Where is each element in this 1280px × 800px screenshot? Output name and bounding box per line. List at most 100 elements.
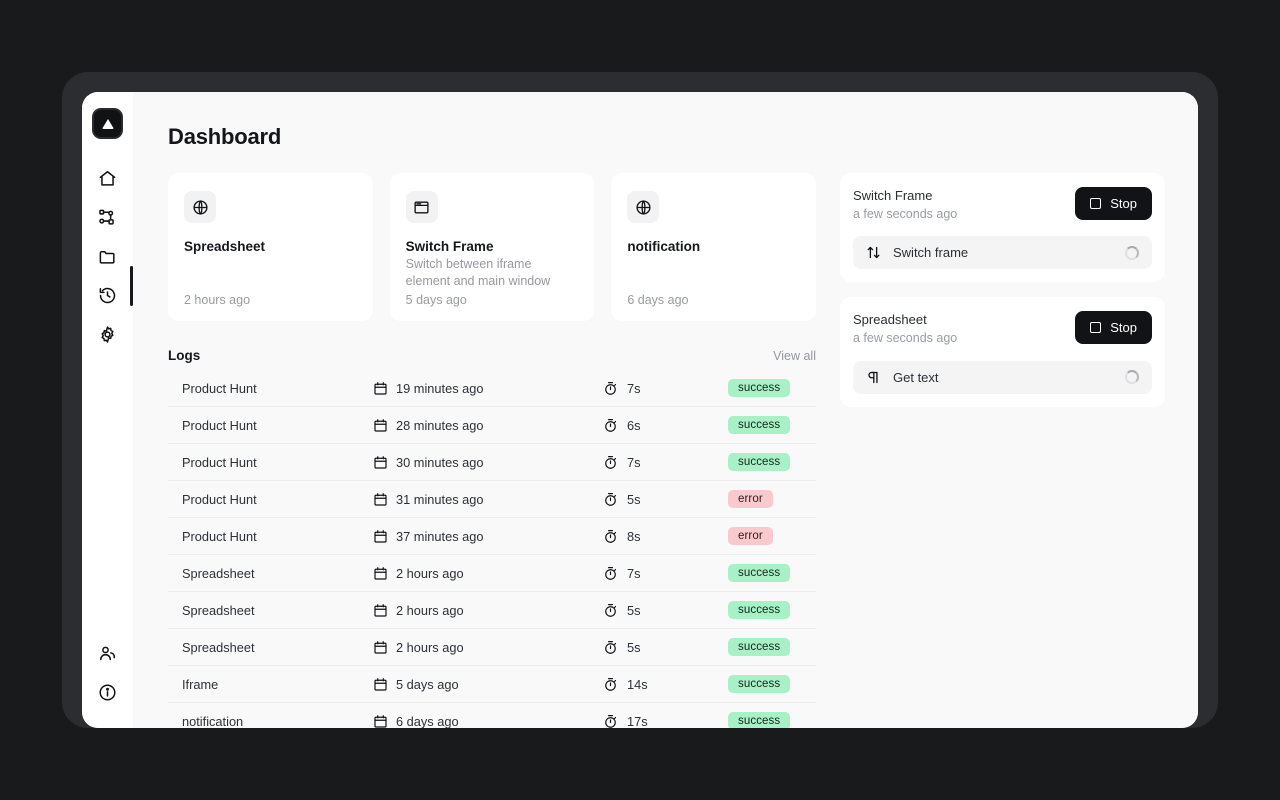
stopwatch-icon bbox=[603, 455, 618, 470]
stopwatch-icon bbox=[603, 492, 618, 507]
sidebar-item-workflows[interactable] bbox=[91, 200, 125, 234]
running-task-label: Switch frame bbox=[893, 245, 969, 261]
flow-card[interactable]: notification 6 days ago bbox=[611, 173, 817, 321]
log-status-cell: success bbox=[728, 601, 816, 619]
stop-square-icon bbox=[1090, 322, 1102, 334]
triangle-logo-icon bbox=[101, 118, 114, 129]
flow-card-description: Switch between iframe element and main w… bbox=[405, 257, 551, 288]
flow-card[interactable]: Spreadsheet 2 hours ago bbox=[168, 173, 373, 321]
log-duration: 5s bbox=[603, 492, 728, 507]
calendar-icon bbox=[373, 714, 388, 729]
table-row[interactable]: notification 6 days ago 17s success bbox=[168, 703, 816, 728]
sidebar-item-home[interactable] bbox=[91, 161, 125, 195]
table-row[interactable]: Spreadsheet 2 hours ago 5s success bbox=[168, 592, 816, 629]
stop-button[interactable]: Stop bbox=[1075, 187, 1152, 220]
sidebar-item-team[interactable] bbox=[91, 636, 125, 670]
pilcrow-icon bbox=[865, 370, 882, 385]
table-row[interactable]: Spreadsheet 2 hours ago 5s success bbox=[168, 629, 816, 666]
log-flow-name: Spreadsheet bbox=[182, 639, 255, 655]
sidebar-item-history[interactable] bbox=[91, 278, 125, 312]
flow-cards-row: Spreadsheet 2 hours ago Switch Frame Swi… bbox=[168, 173, 817, 321]
logs-view-all-link[interactable]: View all bbox=[773, 349, 816, 363]
left-column: Spreadsheet 2 hours ago Switch Frame Swi… bbox=[168, 173, 817, 728]
calendar-icon bbox=[373, 640, 388, 655]
table-row[interactable]: Iframe 5 days ago 14s success bbox=[168, 666, 816, 703]
log-duration: 5s bbox=[603, 603, 728, 618]
sidebar-item-settings[interactable] bbox=[91, 317, 125, 351]
log-duration: 17s bbox=[603, 713, 728, 729]
stopwatch-icon bbox=[603, 529, 618, 544]
log-duration: 6s bbox=[603, 418, 728, 433]
table-row[interactable]: Product Hunt 19 minutes ago 7s success bbox=[168, 370, 816, 407]
right-column: Switch Frame a few seconds ago Stop Swit… bbox=[840, 173, 1165, 728]
globe-icon bbox=[627, 191, 660, 223]
calendar-icon bbox=[373, 381, 388, 396]
stopwatch-icon bbox=[603, 381, 618, 396]
flow-card-title: Spreadsheet bbox=[184, 239, 266, 254]
sidebar-item-files[interactable] bbox=[91, 239, 125, 273]
stop-button[interactable]: Stop bbox=[1075, 311, 1152, 345]
table-row[interactable]: Product Hunt 37 minutes ago 8s error bbox=[168, 518, 816, 555]
table-row[interactable]: Product Hunt 30 minutes ago 7s success bbox=[168, 444, 816, 481]
table-row[interactable]: Product Hunt 28 minutes ago 6s success bbox=[168, 407, 816, 444]
log-status-cell: success bbox=[728, 416, 816, 434]
log-flow-name: Product Hunt bbox=[182, 380, 257, 396]
log-flow-name: Product Hunt bbox=[182, 454, 257, 470]
log-duration: 7s bbox=[603, 566, 728, 581]
log-timestamp: 30 minutes ago bbox=[373, 455, 603, 470]
running-task-row[interactable]: Get text bbox=[853, 360, 1152, 394]
stopwatch-icon bbox=[603, 714, 618, 729]
table-row[interactable]: Spreadsheet 2 hours ago 7s success bbox=[168, 555, 816, 592]
running-flow-subtitle: a few seconds ago bbox=[853, 331, 958, 346]
calendar-icon bbox=[373, 677, 388, 692]
table-row[interactable]: Product Hunt 31 minutes ago 5s error bbox=[168, 481, 816, 518]
status-badge: success bbox=[728, 564, 791, 582]
logs-title: Logs bbox=[168, 348, 201, 363]
log-flow-name: Product Hunt bbox=[182, 417, 257, 433]
log-timestamp: 31 minutes ago bbox=[373, 492, 603, 507]
flow-card-title: notification bbox=[627, 239, 701, 254]
flow-card-time: 5 days ago bbox=[405, 293, 467, 307]
calendar-icon bbox=[373, 529, 388, 544]
logs-table: Product Hunt 19 minutes ago 7s success Produ… bbox=[168, 370, 816, 728]
log-timestamp: 2 hours ago bbox=[373, 566, 603, 581]
log-duration-text: 14s bbox=[627, 676, 648, 692]
log-duration-text: 7s bbox=[627, 454, 641, 470]
history-icon bbox=[98, 286, 117, 305]
status-badge: success bbox=[728, 601, 791, 619]
log-timestamp-text: 2 hours ago bbox=[396, 565, 464, 581]
log-duration-text: 8s bbox=[627, 528, 641, 544]
running-flow-subtitle: a few seconds ago bbox=[853, 206, 958, 221]
loading-spinner-icon bbox=[1125, 245, 1139, 260]
sidebar bbox=[82, 92, 133, 728]
status-badge: success bbox=[728, 416, 791, 434]
log-timestamp: 19 minutes ago bbox=[373, 381, 603, 396]
flow-card-title: Switch Frame bbox=[405, 239, 494, 254]
log-duration-text: 5s bbox=[627, 639, 641, 655]
log-duration-text: 5s bbox=[627, 491, 641, 507]
calendar-icon bbox=[373, 566, 388, 581]
log-timestamp: 37 minutes ago bbox=[373, 529, 603, 544]
calendar-icon bbox=[373, 455, 388, 470]
running-flow-meta: Spreadsheet a few seconds ago bbox=[853, 311, 957, 347]
calendar-icon bbox=[373, 492, 388, 507]
log-status-cell: success bbox=[728, 453, 816, 471]
app-window-icon bbox=[405, 191, 438, 223]
running-flow-panel: Spreadsheet a few seconds ago Stop Get t… bbox=[840, 297, 1165, 407]
log-status-cell: success bbox=[728, 379, 816, 397]
log-duration: 14s bbox=[603, 677, 728, 692]
running-task-row[interactable]: Switch frame bbox=[853, 236, 1152, 270]
log-flow-name: Spreadsheet bbox=[182, 565, 255, 581]
log-duration-text: 17s bbox=[627, 713, 648, 729]
calendar-icon bbox=[373, 603, 388, 618]
sidebar-item-info[interactable] bbox=[91, 675, 125, 709]
log-status-cell: success bbox=[728, 712, 816, 728]
log-timestamp-text: 5 days ago bbox=[396, 676, 459, 692]
status-badge: success bbox=[728, 675, 791, 693]
app-logo[interactable] bbox=[92, 108, 123, 139]
page-title: Dashboard bbox=[168, 124, 282, 149]
flow-card[interactable]: Switch Frame Switch between iframe eleme… bbox=[389, 173, 595, 321]
stop-square-icon bbox=[1090, 198, 1102, 209]
arrows-up-down-icon bbox=[865, 245, 882, 260]
log-flow-name: Spreadsheet bbox=[182, 602, 255, 618]
